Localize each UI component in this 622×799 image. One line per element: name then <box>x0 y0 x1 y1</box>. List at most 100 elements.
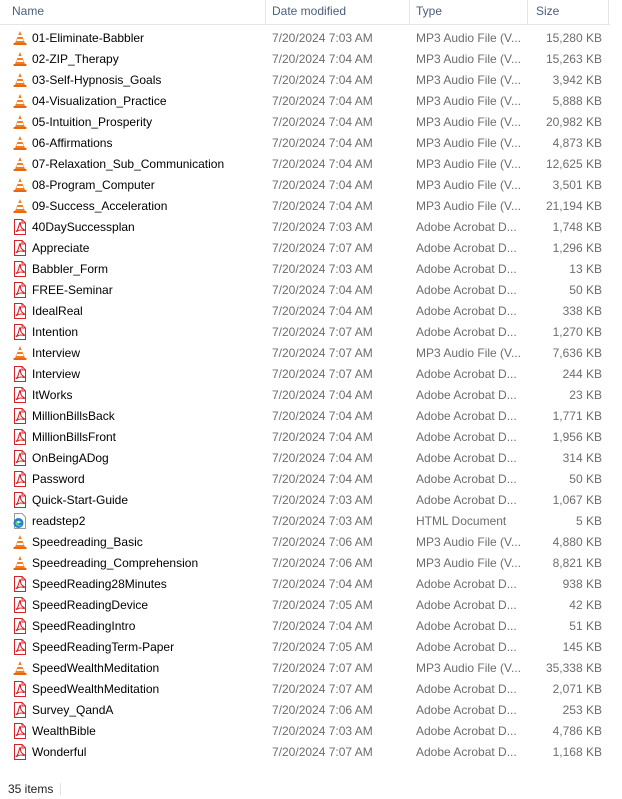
file-name: SpeedReadingIntro <box>32 619 136 633</box>
file-size: 15,280 KB <box>545 31 602 45</box>
file-type: MP3 Audio File (V... <box>416 157 521 171</box>
file-row[interactable]: MillionBillsBack 7/20/2024 7:04 AM Adobe A… <box>0 406 610 427</box>
file-row[interactable]: Wonderful 7/20/2024 7:07 AM Adobe Acrobat … <box>0 742 610 763</box>
file-row[interactable]: SpeedReadingIntro 7/20/2024 7:04 AM Adobe … <box>0 616 610 637</box>
file-type: Adobe Acrobat D... <box>416 493 517 507</box>
file-row[interactable]: 04-Visualization_Practice 7/20/2024 7:04 … <box>0 91 610 112</box>
file-row[interactable]: readstep2 7/20/2024 7:03 AM HTML Document 5… <box>0 511 610 532</box>
file-size: 50 KB <box>569 283 602 297</box>
file-name: 09-Success_Acceleration <box>32 199 168 213</box>
edge-html-icon <box>12 513 28 529</box>
vlc-cone-icon <box>12 177 28 193</box>
vlc-cone-icon <box>12 30 28 46</box>
file-row[interactable]: Babbler_Form 7/20/2024 7:03 AM Adobe Acrob… <box>0 259 610 280</box>
file-row[interactable]: 09-Success_Acceleration 7/20/2024 7:04 AM… <box>0 196 610 217</box>
pdf-icon <box>12 261 28 277</box>
column-header-date-modified[interactable]: Date modified <box>266 0 410 24</box>
file-date-modified: 7/20/2024 7:03 AM <box>272 220 373 234</box>
vlc-cone-icon <box>12 51 28 67</box>
file-size: 2,071 KB <box>552 682 602 696</box>
column-header-size[interactable]: Size <box>530 0 608 24</box>
file-row[interactable]: 01-Eliminate-Babbler 7/20/2024 7:03 AM MP3… <box>0 28 610 49</box>
file-row[interactable]: 02-ZIP_Therapy 7/20/2024 7:04 AM MP3 Audio… <box>0 49 610 70</box>
file-size: 42 KB <box>569 598 602 612</box>
file-size: 1,270 KB <box>552 325 602 339</box>
file-date-modified: 7/20/2024 7:03 AM <box>272 262 373 276</box>
file-name: 05-Intuition_Prosperity <box>32 115 153 129</box>
file-row[interactable]: Survey_QandA 7/20/2024 7:06 AM Adobe Acrob… <box>0 700 610 721</box>
file-size: 35,338 KB <box>545 661 602 675</box>
file-row[interactable]: 06-Affirmations 7/20/2024 7:04 AM MP3 Audi… <box>0 133 610 154</box>
file-row[interactable]: SpeedWealthMeditation 7/20/2024 7:07 AM Ad… <box>0 679 610 700</box>
pdf-icon <box>12 702 28 718</box>
vlc-cone-icon <box>12 198 28 214</box>
column-header-name[interactable]: Name <box>6 0 266 24</box>
file-type: Adobe Acrobat D... <box>416 619 517 633</box>
file-row[interactable]: SpeedWealthMeditation 7/20/2024 7:07 AM MP… <box>0 658 610 679</box>
pdf-icon <box>12 387 28 403</box>
pdf-icon <box>12 324 28 340</box>
file-date-modified: 7/20/2024 7:04 AM <box>272 94 373 108</box>
file-type: MP3 Audio File (V... <box>416 346 521 360</box>
file-row[interactable]: Appreciate 7/20/2024 7:07 AM Adobe Acrobat… <box>0 238 610 259</box>
file-row[interactable]: SpeedReadingDevice 7/20/2024 7:05 AM Adobe… <box>0 595 610 616</box>
file-date-modified: 7/20/2024 7:07 AM <box>272 325 373 339</box>
file-type: Adobe Acrobat D... <box>416 283 517 297</box>
file-row[interactable]: SpeedReadingTerm-Paper 7/20/2024 7:05 AM A… <box>0 637 610 658</box>
vlc-cone-icon <box>12 135 28 151</box>
file-date-modified: 7/20/2024 7:04 AM <box>272 157 373 171</box>
file-date-modified: 7/20/2024 7:04 AM <box>272 409 373 423</box>
file-name: Survey_QandA <box>32 703 114 717</box>
vlc-cone-icon <box>12 156 28 172</box>
file-row[interactable]: MillionBillsFront 7/20/2024 7:04 AM Adobe … <box>0 427 610 448</box>
file-name: SpeedReadingTerm-Paper <box>32 640 175 654</box>
file-type: Adobe Acrobat D... <box>416 724 517 738</box>
file-name: Speedreading_Comprehension <box>32 556 199 570</box>
file-size: 938 KB <box>562 577 602 591</box>
file-name: Interview <box>32 367 81 381</box>
file-date-modified: 7/20/2024 7:04 AM <box>272 115 373 129</box>
file-type: Adobe Acrobat D... <box>416 304 517 318</box>
file-row[interactable]: Speedreading_Comprehension 7/20/2024 7:06… <box>0 553 610 574</box>
vlc-cone-icon <box>12 660 28 676</box>
file-name: MillionBillsBack <box>32 409 115 423</box>
file-row[interactable]: Speedreading_Basic 7/20/2024 7:06 AM MP3 A… <box>0 532 610 553</box>
file-name: Interview <box>32 346 81 360</box>
pdf-icon <box>12 618 28 634</box>
column-divider[interactable] <box>527 0 528 24</box>
file-date-modified: 7/20/2024 7:04 AM <box>272 304 373 318</box>
file-row[interactable]: 05-Intuition_Prosperity 7/20/2024 7:04 AM… <box>0 112 610 133</box>
file-row[interactable]: Quick-Start-Guide 7/20/2024 7:03 AM Adobe … <box>0 490 610 511</box>
file-type: MP3 Audio File (V... <box>416 115 521 129</box>
column-divider[interactable] <box>608 0 609 24</box>
file-row[interactable]: SpeedReading28Minutes 7/20/2024 7:04 AM Ad… <box>0 574 610 595</box>
file-type: Adobe Acrobat D... <box>416 430 517 444</box>
file-row[interactable]: ItWorks 7/20/2024 7:04 AM Adobe Acrobat D.… <box>0 385 610 406</box>
file-size: 1,067 KB <box>552 493 602 507</box>
column-header-type[interactable]: Type <box>410 0 528 24</box>
file-name: Intention <box>32 325 79 339</box>
file-date-modified: 7/20/2024 7:04 AM <box>272 472 373 486</box>
file-type: MP3 Audio File (V... <box>416 556 521 570</box>
file-size: 51 KB <box>569 619 602 633</box>
file-row[interactable]: Interview 7/20/2024 7:07 AM MP3 Audio File… <box>0 343 610 364</box>
file-row[interactable]: FREE-Seminar 7/20/2024 7:04 AM Adobe Acrob… <box>0 280 610 301</box>
file-row[interactable]: Password 7/20/2024 7:04 AM Adobe Acrobat D… <box>0 469 610 490</box>
file-row[interactable]: Interview 7/20/2024 7:07 AM Adobe Acrobat … <box>0 364 610 385</box>
pdf-icon <box>12 303 28 319</box>
file-row[interactable]: OnBeingADog 7/20/2024 7:04 AM Adobe Acroba… <box>0 448 610 469</box>
file-row[interactable]: 07-Relaxation_Sub_Communication 7/20/2024… <box>0 154 610 175</box>
file-row[interactable]: 08-Program_Computer 7/20/2024 7:04 AM MP3 … <box>0 175 610 196</box>
file-row[interactable]: 03-Self-Hypnosis_Goals 7/20/2024 7:04 AM M… <box>0 70 610 91</box>
file-row[interactable]: Intention 7/20/2024 7:07 AM Adobe Acrobat … <box>0 322 610 343</box>
file-size: 21,194 KB <box>545 199 602 213</box>
file-date-modified: 7/20/2024 7:07 AM <box>272 682 373 696</box>
file-date-modified: 7/20/2024 7:07 AM <box>272 241 373 255</box>
file-row[interactable]: IdealReal 7/20/2024 7:04 AM Adobe Acrobat … <box>0 301 610 322</box>
pdf-icon <box>12 282 28 298</box>
file-row[interactable]: 40DaySuccessplan 7/20/2024 7:03 AM Adobe A… <box>0 217 610 238</box>
file-row[interactable]: WealthBible 7/20/2024 7:03 AM Adobe Acroba… <box>0 721 610 742</box>
file-size: 253 KB <box>562 703 602 717</box>
status-item-count: 35 items <box>8 782 54 796</box>
file-type: Adobe Acrobat D... <box>416 682 517 696</box>
